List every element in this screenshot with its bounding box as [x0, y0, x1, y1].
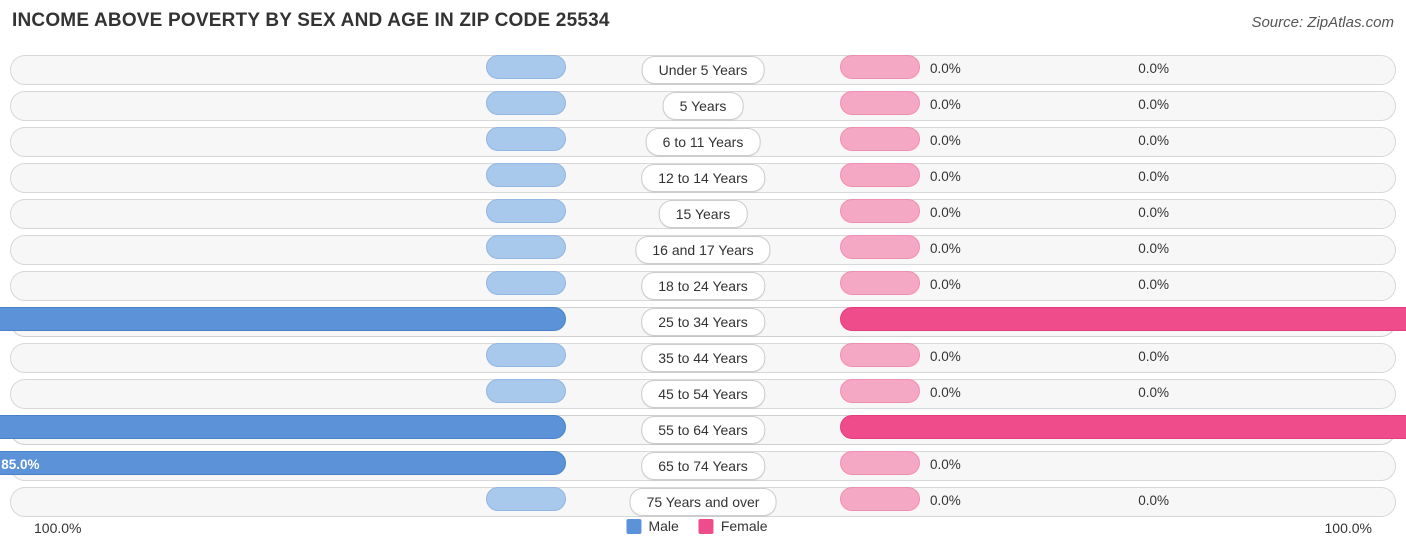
value-label-female: 0.0% — [930, 133, 961, 148]
category-pill: 18 to 24 Years — [641, 272, 765, 300]
bar-female — [840, 235, 920, 259]
bar-male — [486, 91, 566, 115]
value-label-female: 0.0% — [930, 457, 961, 472]
bar-male — [486, 235, 566, 259]
category-pill: 25 to 34 Years — [641, 308, 765, 336]
bar-male: 85.0% — [0, 451, 566, 475]
value-label-male: 0.0% — [1138, 97, 1169, 112]
category-pill: 45 to 54 Years — [641, 380, 765, 408]
value-label-male: 0.0% — [1138, 61, 1169, 76]
chart-footer: 100.0% Male Female 100.0% — [10, 516, 1396, 544]
source-label: Source: ZipAtlas.com — [1251, 14, 1394, 31]
chart-row: 0.0% 0.0% 5 Years — [10, 88, 1396, 124]
value-label-male: 0.0% — [1138, 349, 1169, 364]
legend-label-male: Male — [648, 518, 679, 534]
legend-label-female: Female — [720, 518, 768, 534]
chart-row: 0.0% 0.0% 12 to 14 Years — [10, 160, 1396, 196]
bar-female — [840, 379, 920, 403]
bar-female — [840, 55, 920, 79]
category-pill: Under 5 Years — [641, 56, 765, 84]
bar-female: 100.0% — [840, 307, 1406, 331]
value-label-male: 0.0% — [1138, 169, 1169, 184]
category-pill: 12 to 14 Years — [641, 164, 765, 192]
value-label-male: 0.0% — [1138, 493, 1169, 508]
chart-legend: Male Female — [626, 518, 779, 534]
value-label-male: 0.0% — [1138, 205, 1169, 220]
legend-swatch-female-icon — [698, 518, 714, 534]
chart-row: 0.0% 0.0% 45 to 54 Years — [10, 376, 1396, 412]
axis-left-max: 100.0% — [34, 520, 82, 536]
category-pill: 55 to 64 Years — [641, 416, 765, 444]
chart-row: 0.0% 0.0% 16 and 17 Years — [10, 232, 1396, 268]
value-label-female: 0.0% — [930, 61, 961, 76]
category-pill: 15 Years — [658, 200, 748, 228]
value-label-male: 0.0% — [1138, 241, 1169, 256]
bar-male: 100.0% — [0, 307, 566, 331]
bar-female — [840, 163, 920, 187]
bar-male — [486, 487, 566, 511]
bar-female — [840, 127, 920, 151]
chart-row: 100.0% 100.0% 25 to 34 Years — [0, 304, 1406, 340]
bar-male — [486, 163, 566, 187]
value-label-female: 0.0% — [930, 493, 961, 508]
category-pill: 5 Years — [662, 92, 744, 120]
diverging-bar-chart: 0.0% 0.0% Under 5 Years 0.0% 0.0% 5 Years 0.0%… — [0, 52, 1406, 517]
bar-label-male: 85.0% — [1, 457, 40, 472]
legend-swatch-male-icon — [626, 518, 642, 534]
value-label-female: 0.0% — [930, 277, 961, 292]
category-pill: 6 to 11 Years — [645, 128, 761, 156]
bar-male — [486, 127, 566, 151]
value-label-female: 0.0% — [930, 205, 961, 220]
bar-female — [840, 199, 920, 223]
chart-row: 0.0% 0.0% 75 Years and over — [10, 484, 1396, 520]
bar-female — [840, 487, 920, 511]
legend-item-female: Female — [698, 518, 768, 534]
bar-male — [486, 55, 566, 79]
chart-page: INCOME ABOVE POVERTY BY SEX AND AGE IN Z… — [0, 0, 1406, 559]
bar-female — [840, 451, 920, 475]
bar-female: 100.0% — [840, 415, 1406, 439]
value-label-female: 0.0% — [930, 97, 961, 112]
value-label-female: 0.0% — [930, 349, 961, 364]
bar-female — [840, 271, 920, 295]
value-label-female: 0.0% — [930, 241, 961, 256]
category-pill: 16 and 17 Years — [635, 236, 771, 264]
category-pill: 65 to 74 Years — [641, 452, 765, 480]
bar-male — [486, 379, 566, 403]
category-pill: 35 to 44 Years — [641, 344, 765, 372]
bar-female — [840, 343, 920, 367]
chart-row: 100.0% 100.0% 55 to 64 Years — [0, 412, 1406, 448]
chart-row: 0.0% 0.0% 18 to 24 Years — [10, 268, 1396, 304]
bar-female — [840, 91, 920, 115]
chart-row: 0.0% 0.0% 15 Years — [10, 196, 1396, 232]
value-label-male: 0.0% — [1138, 277, 1169, 292]
page-title: INCOME ABOVE POVERTY BY SEX AND AGE IN Z… — [12, 10, 610, 31]
category-pill: 75 Years and over — [629, 488, 777, 516]
value-label-male: 0.0% — [1138, 385, 1169, 400]
bar-male: 100.0% — [0, 415, 566, 439]
chart-row: 0.0% 0.0% Under 5 Years — [10, 52, 1396, 88]
bar-male — [486, 343, 566, 367]
chart-row: 0.0% 0.0% 35 to 44 Years — [10, 340, 1396, 376]
axis-right-max: 100.0% — [1324, 520, 1372, 536]
value-label-female: 0.0% — [930, 385, 961, 400]
bar-male — [486, 271, 566, 295]
legend-item-male: Male — [626, 518, 679, 534]
bar-male — [486, 199, 566, 223]
value-label-male: 0.0% — [1138, 133, 1169, 148]
value-label-female: 0.0% — [930, 169, 961, 184]
chart-row: 0.0% 0.0% 6 to 11 Years — [10, 124, 1396, 160]
chart-row: 85.0% 0.0% 65 to 74 Years — [0, 448, 1396, 484]
